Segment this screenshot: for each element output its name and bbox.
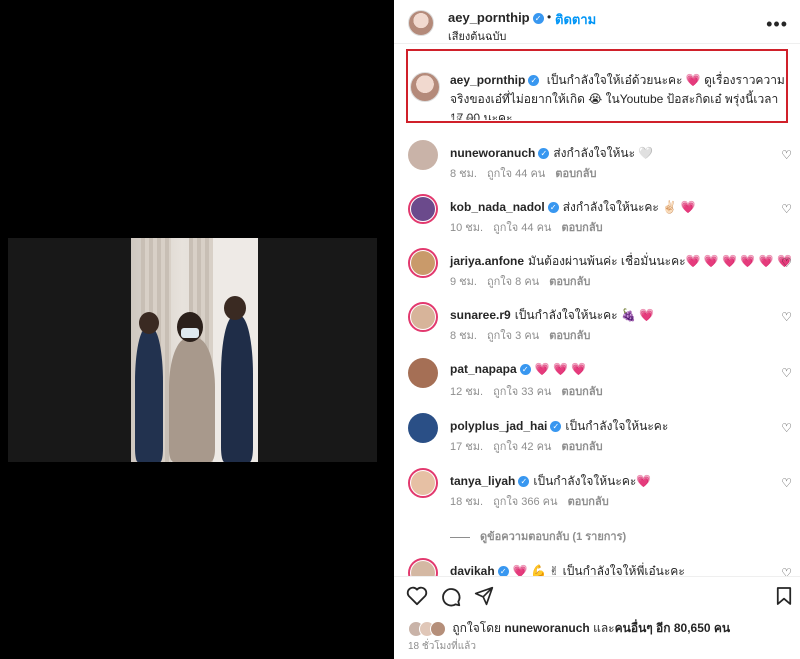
commenter-avatar[interactable] [408,468,438,498]
like-comment-heart-icon[interactable]: ♡ [781,202,792,216]
comment-time: 12 ชม. [450,386,484,398]
comment-item: jariya.anfone มันต้องผ่านพ้นค่ะ เชื่อมั่น… [394,244,800,294]
like-comment-heart-icon[interactable]: ♡ [781,366,792,380]
comment-text: 💗 💗 💗 [534,362,587,376]
like-comment-heart-icon[interactable]: ♡ [781,421,792,435]
comment-item: tanya_liyah ✓ เป็นกำลังใจให้นะคะ💗 18 ชม. ถู… [394,464,800,514]
commenter-username[interactable]: jariya.anfone [450,254,524,268]
comment-text: เป็นกำลังใจให้นะคะ [565,419,669,433]
likes-others[interactable]: คนอื่นๆ อีก 80,650 คน [615,621,731,635]
comment-item: sunaree.r9 เป็นกำลังใจให้นะคะ 🍇 💗 8 ชม. ถู… [394,298,800,348]
post-header: aey_pornthip ✓ • ติดตาม เสียงต้นฉบับ ••• [394,0,800,44]
verified-badge-icon: ✓ [547,202,559,214]
media-pane [0,0,394,659]
verified-badge-icon: ✓ [550,421,562,433]
like-comment-heart-icon[interactable]: ♡ [781,310,792,324]
comment-likes[interactable]: ถูกใจ 8 คน [487,276,539,288]
dot-separator: • [547,10,552,24]
comment-text: มันต้องผ่านพ้นค่ะ เชื่อมั่นนะคะ💗 💗 💗 💗 💗… [528,254,792,268]
author-avatar[interactable] [408,10,434,36]
likes-summary[interactable]: ถูกใจโดย nuneworanuch และคนอื่นๆ อีก 80,… [408,619,730,637]
commenter-username[interactable]: pat_napapa ✓ [450,362,531,376]
view-replies-link[interactable]: ดูข้อความตอบกลับ (1 รายการ) [450,527,626,545]
reply-button[interactable]: ตอบกลับ [561,441,602,453]
comment-item: kob_nada_nadol ✓ ส่งกำลังใจให้นะคะ ✌🏻 💗 10… [394,190,800,240]
comment-time: 18 ชม. [450,496,484,508]
audio-label[interactable]: เสียงต้นฉบับ [448,27,506,45]
likes-text: ถูกใจโดย nuneworanuch และคนอื่นๆ อีก 80,… [452,621,731,635]
comment-text: ส่งกำลังใจให้นะคะ ✌🏻 💗 [562,200,696,214]
comment-item: pat_napapa ✓ 💗 💗 💗 12 ชม. ถูกใจ 33 คน ตอบกลั… [394,354,800,404]
follow-button[interactable]: ติดตาม [555,9,596,30]
comment-time: 8 ชม. [450,168,477,180]
like-comment-heart-icon[interactable]: ♡ [781,476,792,490]
comment-likes[interactable]: ถูกใจ 42 คน [493,441,551,453]
comment-item: nuneworanuch ✓ ส่งกำลังใจให้นะ 🤍 8 ชม. ถูกใ… [394,136,800,186]
comment-likes[interactable]: ถูกใจ 3 คน [487,330,539,342]
comment-bubble-icon[interactable] [440,586,462,608]
nurse-head [139,312,159,334]
comment-time: 10 ชม. [450,222,484,234]
comment-time: 17 ชม. [450,441,484,453]
commenter-avatar[interactable] [408,140,438,170]
reply-button[interactable]: ตอบกลับ [568,496,609,508]
commenter-username[interactable]: nuneworanuch ✓ [450,146,550,160]
post-timestamp: 18 ชั่วโมงที่แล้ว [408,641,476,652]
comment-time: 8 ชม. [450,330,477,342]
like-comment-heart-icon[interactable]: ♡ [781,256,792,270]
commenter-avatar[interactable] [408,194,438,224]
reply-button[interactable]: ตอบกลับ [555,168,596,180]
verified-badge-icon: ✓ [519,364,531,376]
comment-text: ส่งกำลังใจให้นะ 🤍 [553,146,654,160]
verified-badge-icon: ✓ [518,476,530,488]
like-comment-heart-icon[interactable]: ♡ [781,148,792,162]
more-options-icon[interactable]: ••• [766,14,788,35]
comment-text: เป็นกำลังใจให้นะคะ💗 [533,474,652,488]
commenter-avatar[interactable] [408,302,438,332]
comments-panel: aey_pornthip ✓ • ติดตาม เสียงต้นฉบับ ••• … [394,0,800,659]
reply-button[interactable]: ตอบกลับ [561,386,602,398]
comment-text: เป็นกำลังใจให้นะคะ 🍇 💗 [514,308,655,322]
red-highlight-box [406,49,788,123]
nurse-head [224,296,246,320]
liker-username[interactable]: nuneworanuch [504,621,589,635]
save-bookmark-icon[interactable] [776,586,792,606]
comment-likes[interactable]: ถูกใจ 33 คน [493,386,551,398]
comment-item: polyplus_jad_hai ✓ เป็นกำลังใจให้นะคะ 17 ช… [394,409,800,459]
commenter-avatar[interactable] [408,358,438,388]
nurse-figure [221,316,253,462]
commenter-username[interactable]: kob_nada_nadol ✓ [450,200,559,214]
commenter-avatar[interactable] [408,413,438,443]
share-send-icon[interactable] [474,586,494,606]
video-thumbnail[interactable] [131,238,258,462]
reply-button[interactable]: ตอบกลับ [549,330,590,342]
comment-likes[interactable]: ถูกใจ 366 คน [493,496,557,508]
reply-button[interactable]: ตอบกลับ [549,276,590,288]
author-username[interactable]: aey_pornthip ✓ [448,10,544,25]
comment-time: 9 ชม. [450,276,477,288]
patient-figure [169,338,215,462]
nurse-figure [135,328,163,462]
verified-badge-icon: ✓ [532,13,544,25]
commenter-username[interactable]: polyplus_jad_hai ✓ [450,419,562,433]
commenter-username[interactable]: tanya_liyah ✓ [450,474,530,488]
commenter-avatar[interactable] [408,248,438,278]
liker-avatar [430,620,446,637]
verified-badge-icon: ✓ [538,148,550,160]
like-heart-icon[interactable] [406,586,428,606]
reply-button[interactable]: ตอบกลับ [561,222,602,234]
mask-graphic [181,328,199,338]
instagram-post-view: aey_pornthip ✓ • ติดตาม เสียงต้นฉบับ ••• … [0,0,800,659]
comment-likes[interactable]: ถูกใจ 44 คน [487,168,545,180]
comment-likes[interactable]: ถูกใจ 44 คน [493,222,551,234]
commenter-username[interactable]: sunaree.r9 [450,308,511,322]
